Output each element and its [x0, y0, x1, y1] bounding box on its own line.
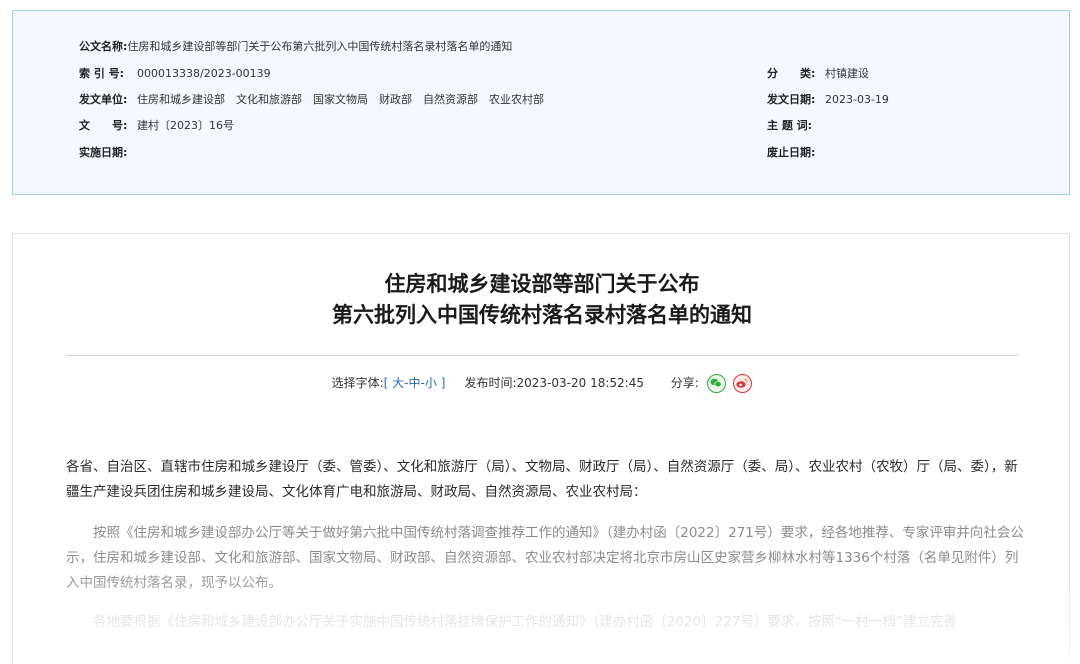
issue-date-row: 发文日期: 2023-03-19	[767, 93, 889, 107]
expiry-row: 废止日期:	[767, 146, 825, 160]
expiry-label: 废止日期:	[767, 146, 816, 159]
wechat-icon[interactable]	[706, 374, 726, 393]
font-size-label: 选择字体:	[331, 376, 384, 390]
index-value: 000013338/2023-00139	[137, 67, 271, 80]
doc-no-label: 文 号:	[79, 119, 128, 132]
article-title-line-2: 第六批列入中国传统村落名录村落名单的通知	[332, 303, 752, 327]
effective-label: 实施日期:	[79, 146, 128, 159]
article-paragraph: 各地要根据《住房和城乡建设部办公厅关于实施中国传统村落挂牌保护工作的通知》（建办…	[93, 614, 957, 630]
font-bracket-open: [	[383, 376, 389, 390]
document-metadata-panel: 公文名称:住房和城乡建设部等部门关于公布第六批列入中国传统村落名录村落名单的通知…	[12, 10, 1070, 195]
doc-name-value: 住房和城乡建设部等部门关于公布第六批列入中国传统村落名录村落名单的通知	[127, 40, 513, 53]
wechat-icon-glyph	[710, 378, 722, 388]
issuer-label: 发文单位:	[79, 93, 128, 106]
title-divider	[66, 355, 1019, 356]
font-bracket-close: ]	[440, 376, 446, 390]
doc-no-value: 建村〔2023〕16号	[137, 119, 234, 132]
index-label: 索 引 号:	[79, 67, 125, 80]
issuer-value: 住房和城乡建设部 文化和旅游部 国家文物局 财政部 自然资源部 农业农村部	[137, 93, 544, 106]
weibo-icon[interactable]	[733, 374, 753, 393]
doc-name-row: 公文名称:住房和城乡建设部等部门关于公布第六批列入中国传统村落名录村落名单的通知	[79, 40, 512, 54]
article-title-line-1: 住房和城乡建设部等部门关于公布	[384, 272, 700, 296]
font-medium-link[interactable]: 中	[409, 376, 421, 390]
index-row: 索 引 号: 000013338/2023-00139	[79, 67, 271, 81]
publish-time-value: 2023-03-20 18:52:45	[516, 376, 644, 390]
font-large-link[interactable]: 大	[392, 376, 404, 390]
category-value: 村镇建设	[825, 67, 869, 80]
article-info-bar: 选择字体:[ 大-中-小 ] 发布时间:2023-03-20 18:52:45 …	[13, 373, 1071, 393]
issue-date-value: 2023-03-19	[825, 93, 889, 106]
article-container: 住房和城乡建设部等部门关于公布 第六批列入中国传统村落名录村落名单的通知 选择字…	[12, 233, 1071, 664]
article-paragraph-addressees: 各省、自治区、直辖市住房和城乡建设厅（委、管委）、文化和旅游厅（局）、文物局、财…	[66, 459, 1018, 500]
doc-no-row: 文 号: 建村〔2023〕16号	[79, 119, 234, 133]
weibo-icon-glyph	[736, 378, 749, 388]
category-row: 分 类: 村镇建设	[767, 67, 869, 81]
subject-row: 主 题 词:	[767, 119, 825, 133]
font-small-link[interactable]: 小	[425, 376, 437, 390]
share-label: 分享:	[670, 376, 699, 390]
article-paragraph: 按照《住房和城乡建设部办公厅等关于做好第六批中国传统村落调查推荐工作的通知》（建…	[66, 525, 1024, 591]
doc-name-label: 公文名称:	[79, 40, 128, 53]
publish-time-label: 发布时间:	[464, 376, 517, 390]
issuer-row: 发文单位: 住房和城乡建设部 文化和旅游部 国家文物局 财政部 自然资源部 农业农…	[79, 93, 544, 107]
subject-label: 主 题 词:	[767, 119, 813, 132]
issue-date-label: 发文日期:	[767, 93, 816, 106]
effective-row: 实施日期:	[79, 146, 137, 160]
category-label: 分 类:	[767, 67, 816, 80]
